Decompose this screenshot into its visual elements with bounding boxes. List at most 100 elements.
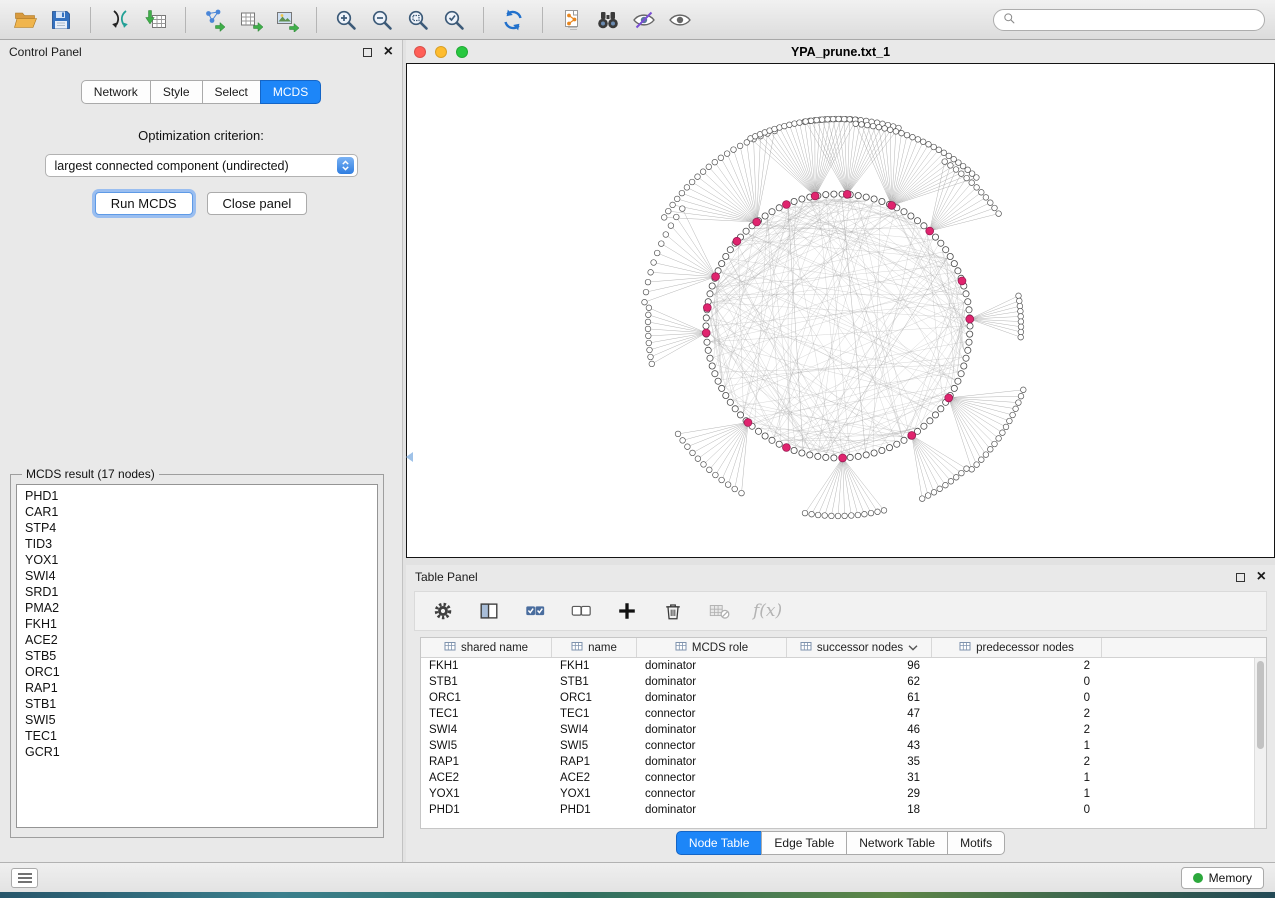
export-image-icon[interactable]	[272, 5, 302, 35]
cell-predecessor-nodes: 2	[932, 724, 1102, 736]
mcds-result-item[interactable]: GCR1	[25, 744, 377, 760]
mcds-result-item[interactable]: STB5	[25, 648, 377, 664]
table-row[interactable]: ACE2ACE2connector311	[421, 770, 1266, 786]
mcds-result-item[interactable]: STP4	[25, 520, 377, 536]
close-panel-icon[interactable]: ×	[1257, 569, 1266, 585]
mcds-result-item[interactable]: ORC1	[25, 664, 377, 680]
zoom-out-icon[interactable]	[367, 5, 397, 35]
table-row[interactable]: TEC1TEC1connector472	[421, 706, 1266, 722]
mcds-result-item[interactable]: TID3	[25, 536, 377, 552]
float-window-icon[interactable]	[363, 48, 372, 57]
mcds-result-item[interactable]: SWI4	[25, 568, 377, 584]
splitter-collapse-handle[interactable]	[406, 452, 413, 462]
duplicate-document-icon[interactable]	[557, 5, 587, 35]
column-header-shared-name[interactable]: shared name	[421, 638, 552, 657]
mcds-result-item[interactable]: STB1	[25, 696, 377, 712]
refresh-icon[interactable]	[498, 5, 528, 35]
mcds-result-item[interactable]: YOX1	[25, 552, 377, 568]
network-window-titlebar[interactable]: YPA_prune.txt_1	[406, 40, 1275, 63]
control-panel-title: Control Panel	[9, 45, 82, 59]
hide-details-icon[interactable]	[629, 5, 659, 35]
tab-mcds[interactable]: MCDS	[260, 80, 321, 104]
cell-mcds-role: connector	[637, 740, 787, 752]
column-label: shared name	[461, 642, 528, 654]
table-row[interactable]: STB1STB1dominator620	[421, 674, 1266, 690]
show-columns-icon[interactable]	[477, 599, 501, 623]
cell-name: FKH1	[552, 660, 637, 672]
scrollbar-thumb[interactable]	[1257, 661, 1264, 749]
cell-mcds-role: connector	[637, 772, 787, 784]
unselect-all-icon[interactable]	[569, 599, 593, 623]
network-canvas[interactable]	[406, 63, 1275, 558]
column-header-successor-nodes[interactable]: successor nodes	[787, 638, 932, 657]
table-row[interactable]: PHD1PHD1dominator180	[421, 802, 1266, 818]
import-table-icon[interactable]	[141, 5, 171, 35]
mcds-result-item[interactable]: TEC1	[25, 728, 377, 744]
mcds-result-item[interactable]: PMA2	[25, 600, 377, 616]
vertical-scrollbar[interactable]	[1254, 658, 1266, 828]
table-row[interactable]: FKH1FKH1dominator962	[421, 658, 1266, 674]
run-mcds-button[interactable]: Run MCDS	[95, 192, 193, 215]
table-tab-network-table[interactable]: Network Table	[846, 831, 948, 855]
zoom-in-icon[interactable]	[331, 5, 361, 35]
table-row[interactable]: SWI4SWI4dominator462	[421, 722, 1266, 738]
mcds-result-title: MCDS result (17 nodes)	[22, 467, 159, 481]
export-network-icon[interactable]	[200, 5, 230, 35]
column-label: successor nodes	[817, 642, 903, 654]
table-tab-node-table[interactable]: Node Table	[676, 831, 763, 855]
cell-name: SWI5	[552, 740, 637, 752]
memory-button[interactable]: Memory	[1181, 867, 1264, 889]
find-binoculars-icon[interactable]	[593, 5, 623, 35]
close-panel-icon[interactable]: ×	[384, 44, 393, 60]
network-graph[interactable]	[407, 64, 1274, 557]
task-history-button[interactable]	[11, 868, 38, 888]
mcds-result-item[interactable]: SWI5	[25, 712, 377, 728]
toolbar-icon-group	[10, 5, 695, 35]
table-row[interactable]: RAP1RAP1dominator352	[421, 754, 1266, 770]
export-table-icon[interactable]	[236, 5, 266, 35]
column-header-predecessor-nodes[interactable]: predecessor nodes	[932, 638, 1102, 657]
mcds-result-item[interactable]: PHD1	[25, 488, 377, 504]
mcds-result-list[interactable]: PHD1CAR1STP4TID3YOX1SWI4SRD1PMA2FKH1ACE2…	[16, 484, 378, 828]
cell-predecessor-nodes: 1	[932, 788, 1102, 800]
mcds-result-item[interactable]: FKH1	[25, 616, 377, 632]
cell-shared-name: STB1	[421, 676, 552, 688]
zoom-fit-icon[interactable]	[403, 5, 433, 35]
table-panel-title: Table Panel	[415, 570, 478, 584]
table-row[interactable]: SWI5SWI5connector431	[421, 738, 1266, 754]
mcds-result-item[interactable]: CAR1	[25, 504, 377, 520]
zoom-selected-icon[interactable]	[439, 5, 469, 35]
settings-icon[interactable]	[431, 599, 455, 623]
window-close-button[interactable]	[414, 46, 426, 58]
tab-network[interactable]: Network	[81, 80, 151, 104]
select-all-icon[interactable]	[523, 599, 547, 623]
cell-successor-nodes: 96	[787, 660, 932, 672]
window-zoom-button[interactable]	[456, 46, 468, 58]
open-folder-icon[interactable]	[10, 5, 40, 35]
mcds-result-item[interactable]: ACE2	[25, 632, 377, 648]
float-window-icon[interactable]	[1236, 573, 1245, 582]
window-minimize-button[interactable]	[435, 46, 447, 58]
table-tab-edge-table[interactable]: Edge Table	[761, 831, 847, 855]
column-header-name[interactable]: name	[552, 638, 637, 657]
table-row[interactable]: ORC1ORC1dominator610	[421, 690, 1266, 706]
table-tab-motifs[interactable]: Motifs	[947, 831, 1005, 855]
search-box[interactable]	[993, 9, 1265, 31]
mcds-result-item[interactable]: SRD1	[25, 584, 377, 600]
tab-select[interactable]: Select	[202, 80, 261, 104]
cell-name: ORC1	[552, 692, 637, 704]
column-header-mcds-role[interactable]: MCDS role	[637, 638, 787, 657]
cell-mcds-role: connector	[637, 708, 787, 720]
save-icon[interactable]	[46, 5, 76, 35]
column-type-icon	[800, 640, 812, 655]
search-input[interactable]	[1022, 13, 1256, 27]
tab-style[interactable]: Style	[150, 80, 203, 104]
delete-icon[interactable]	[661, 599, 685, 623]
close-panel-button[interactable]: Close panel	[207, 192, 308, 215]
import-network-icon[interactable]	[105, 5, 135, 35]
show-details-icon[interactable]	[665, 5, 695, 35]
add-icon[interactable]	[615, 599, 639, 623]
table-row[interactable]: YOX1YOX1connector291	[421, 786, 1266, 802]
criterion-select[interactable]: largest connected component (undirected)	[45, 154, 358, 177]
mcds-result-item[interactable]: RAP1	[25, 680, 377, 696]
